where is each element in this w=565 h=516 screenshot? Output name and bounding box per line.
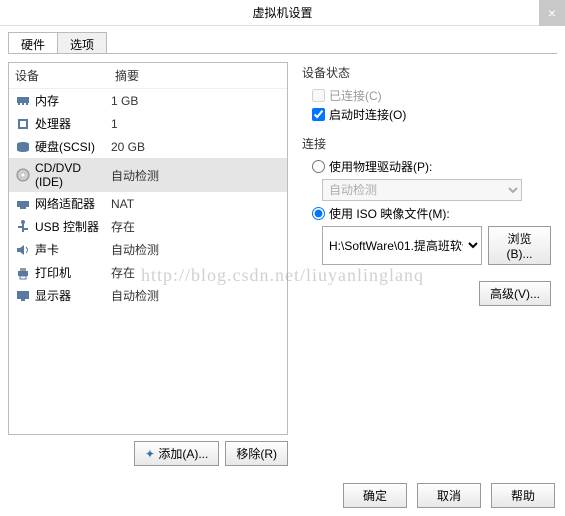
physical-row[interactable]: 使用物理驱动器(P): — [312, 158, 551, 175]
cpu-icon — [15, 117, 31, 131]
tab-hardware[interactable]: 硬件 — [8, 32, 58, 53]
col-summary: 摘要 — [115, 67, 139, 84]
device-row-display[interactable]: 显示器自动检测 — [9, 284, 287, 307]
col-device: 设备 — [15, 67, 115, 84]
memory-icon — [15, 94, 31, 108]
tab-options[interactable]: 选项 — [57, 32, 107, 53]
poweron-row[interactable]: 启动时连接(O) — [312, 106, 551, 123]
help-button[interactable]: 帮助 — [491, 483, 555, 508]
window-title: 虚拟机设置 — [252, 4, 312, 21]
poweron-checkbox[interactable] — [312, 108, 325, 121]
disk-icon — [15, 140, 31, 154]
cancel-button[interactable]: 取消 — [417, 483, 481, 508]
device-row-usb[interactable]: USB 控制器存在 — [9, 215, 287, 238]
usb-icon — [15, 220, 31, 234]
remove-button[interactable]: 移除(R) — [225, 441, 288, 466]
connected-checkbox — [312, 89, 325, 102]
printer-icon — [15, 266, 31, 280]
device-row-memory[interactable]: 内存1 GB — [9, 89, 287, 112]
iso-row[interactable]: 使用 ISO 映像文件(M): — [312, 205, 551, 222]
physical-select: 自动检测 — [322, 179, 522, 201]
connection-title: 连接 — [302, 135, 551, 152]
physical-radio[interactable] — [312, 160, 325, 173]
sound-icon — [15, 243, 31, 257]
add-button[interactable]: ✦ 添加(A)... — [134, 441, 219, 466]
device-row-cpu[interactable]: 处理器1 — [9, 112, 287, 135]
browse-button[interactable]: 浏览(B)... — [488, 226, 551, 265]
cd-icon — [15, 168, 31, 182]
device-row-cd[interactable]: CD/DVD (IDE)自动检测 — [9, 158, 287, 192]
net-icon — [15, 197, 31, 211]
titlebar: 虚拟机设置 × — [0, 0, 565, 26]
status-title: 设备状态 — [302, 64, 551, 81]
iso-path-select[interactable]: H:\SoftWare\01.提高班软件 — [322, 226, 482, 265]
iso-radio[interactable] — [312, 207, 325, 220]
device-row-disk[interactable]: 硬盘(SCSI)20 GB — [9, 135, 287, 158]
device-list: 设备 摘要 内存1 GB处理器1硬盘(SCSI)20 GBCD/DVD (IDE… — [8, 62, 288, 435]
advanced-button[interactable]: 高级(V)... — [479, 281, 551, 306]
device-row-net[interactable]: 网络适配器NAT — [9, 192, 287, 215]
tabs: 硬件 选项 — [8, 32, 557, 54]
display-icon — [15, 289, 31, 303]
device-row-sound[interactable]: 声卡自动检测 — [9, 238, 287, 261]
ok-button[interactable]: 确定 — [343, 483, 407, 508]
device-row-printer[interactable]: 打印机存在 — [9, 261, 287, 284]
connected-row: 已连接(C) — [312, 87, 551, 104]
close-button[interactable]: × — [539, 0, 565, 26]
